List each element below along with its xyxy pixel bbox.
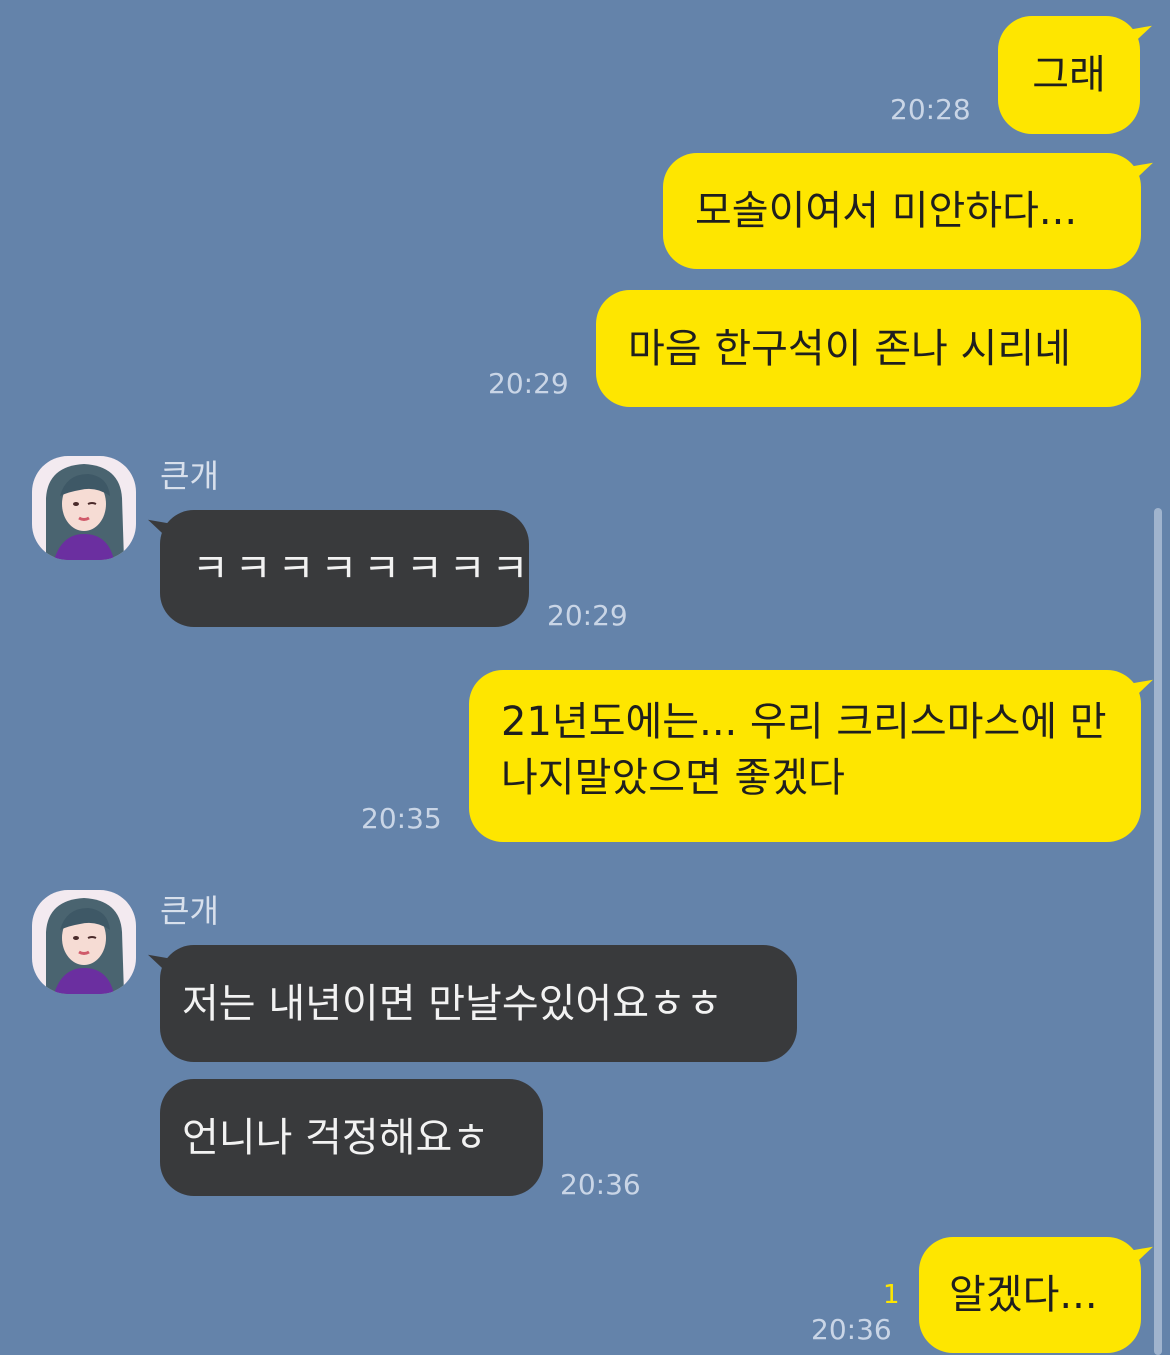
chat-message-list[interactable]: 그래 20:28 모솔이여서 미안하다... 마음 한구석이 존나 시리네 20… (0, 0, 1170, 1355)
message-text: ㅋㅋㅋㅋㅋㅋㅋㅋ (192, 545, 535, 592)
message-time: 20:35 (361, 802, 442, 835)
sender-name: 큰개 (160, 457, 219, 495)
my-message-bubble[interactable]: 모솔이여서 미안하다... (663, 153, 1141, 269)
message-text: 저는 내년이면 만날수있어요ㅎㅎ (182, 980, 723, 1027)
sender-avatar[interactable] (32, 890, 136, 994)
my-message-bubble[interactable]: 21년도에는... 우리 크리스마스에 만나지말았으면 좋겠다 (469, 670, 1141, 842)
profile-photo-icon (32, 456, 136, 560)
scrollbar[interactable] (1154, 508, 1162, 1355)
message-time: 20:28 (890, 93, 971, 126)
message-time: 20:36 (560, 1168, 641, 1201)
message-time: 20:36 (811, 1313, 892, 1346)
other-message-bubble[interactable]: ㅋㅋㅋㅋㅋㅋㅋㅋ (160, 510, 529, 627)
my-message-bubble[interactable]: 알겠다... (919, 1237, 1141, 1353)
profile-photo-icon (32, 890, 136, 994)
message-time: 20:29 (488, 367, 569, 400)
message-text: 21년도에는... 우리 크리스마스에 만나지말았으면 좋겠다 (501, 699, 1107, 801)
message-text: 그래 (1032, 52, 1106, 98)
my-message-bubble[interactable]: 마음 한구석이 존나 시리네 (596, 290, 1141, 407)
message-text: 모솔이여서 미안하다... (695, 188, 1078, 234)
message-text: 알겠다... (949, 1272, 1098, 1318)
other-message-bubble[interactable]: 저는 내년이면 만날수있어요ㅎㅎ (160, 945, 797, 1062)
message-text: 마음 한구석이 존나 시리네 (628, 325, 1071, 372)
sender-avatar[interactable] (32, 456, 136, 560)
message-time: 20:29 (547, 599, 628, 632)
sender-name: 큰개 (160, 892, 219, 930)
my-message-bubble[interactable]: 그래 (998, 16, 1140, 134)
unread-count: 1 (883, 1280, 900, 1310)
other-message-bubble[interactable]: 언니나 걱정해요ㅎ (160, 1079, 543, 1196)
message-text: 언니나 걱정해요ㅎ (182, 1114, 490, 1161)
